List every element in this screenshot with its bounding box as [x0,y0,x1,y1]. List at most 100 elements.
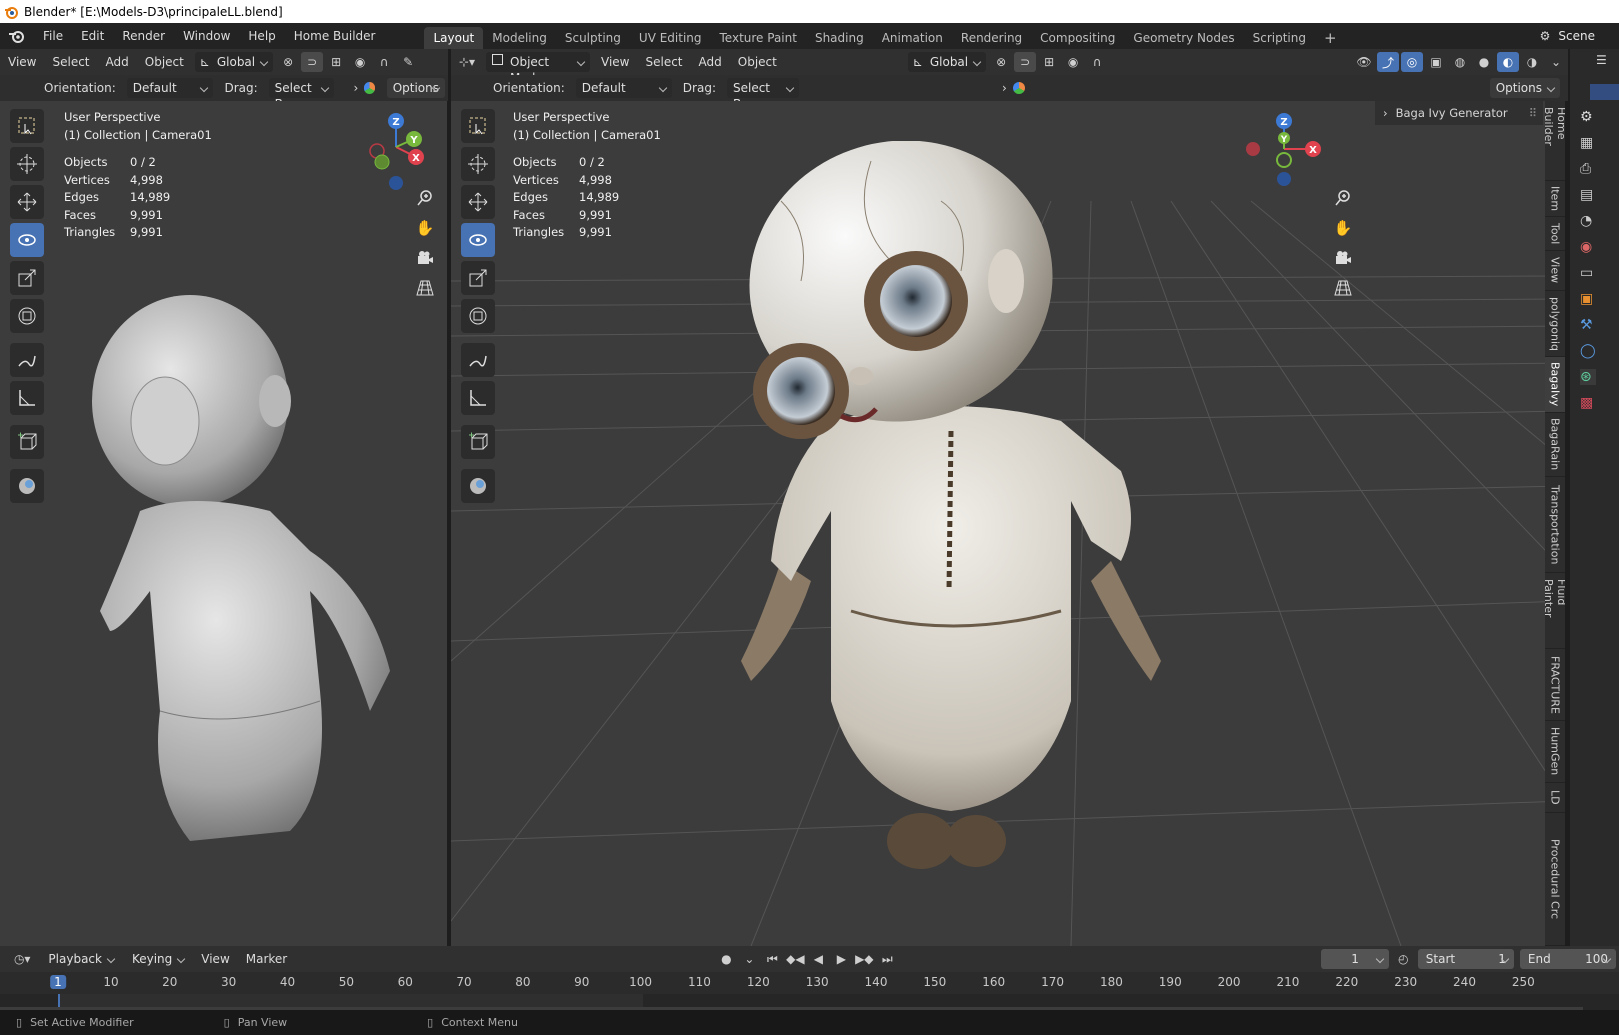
preview-range-clock-icon[interactable]: ◴ [1393,949,1414,969]
left-menu-object[interactable]: Object [137,55,192,69]
right-orientation-dropdown[interactable]: Default [575,78,672,98]
next-keyframe-icon[interactable]: ▶◆ [854,949,875,969]
jump-to-start-icon[interactable]: ⏮ [762,949,783,969]
add-workspace-icon[interactable]: + [1315,27,1346,49]
right-snap-target-icon[interactable]: ⊞ [1038,52,1060,72]
overlay-toggle-icon[interactable]: ◎ [1401,52,1423,72]
left-menu-select[interactable]: Select [44,55,97,69]
menu-home-builder[interactable]: Home Builder [285,23,385,49]
render-properties-icon[interactable]: ▦ [1580,135,1596,151]
left-falloff-icon[interactable]: ∩ [373,52,395,72]
select-box-tool[interactable] [10,109,44,143]
menu-file[interactable]: File [34,23,72,49]
output-properties-icon[interactable]: ⎙ [1580,161,1596,177]
timeline-editor-type-icon[interactable]: ◷▾ [6,949,38,969]
sidebar-tab-ld[interactable]: LD [1545,783,1565,813]
annotate-tool[interactable] [10,343,44,377]
workspace-tab-modeling[interactable]: Modeling [483,27,556,49]
outliner-icon[interactable]: ☰ [1596,53,1607,67]
timeline-menu-marker[interactable]: Marker [238,952,295,966]
sidebar-tab-polygoniq[interactable]: polygoniq [1545,291,1565,357]
right-transform-orientation-dropdown[interactable]: ⊾ Global [907,52,987,72]
right-menu-select[interactable]: Select [637,55,690,69]
mode-dropdown[interactable]: Object Mode [486,52,590,85]
rotate-tool[interactable] [461,223,495,257]
keying-dropdown[interactable]: Keying [126,949,190,969]
workspace-tab-geometry-nodes[interactable]: Geometry Nodes [1124,27,1243,49]
object-properties-icon[interactable]: ▣ [1580,291,1596,307]
menu-edit[interactable]: Edit [72,23,113,49]
left-3d-viewport[interactable]: User Perspective (1) Collection | Camera… [0,101,447,946]
sidebar-tab-tool[interactable]: Tool [1545,217,1565,251]
blender-menu-icon[interactable] [0,26,34,46]
left-drag-dropdown[interactable]: Select Box [268,78,335,111]
playback-dropdown[interactable]: Playback [42,949,120,969]
sidebar-tab-bagaivy[interactable]: BagaIvy [1545,357,1565,413]
transform-tool[interactable] [10,299,44,333]
sidebar-tab-bagarain[interactable]: BagaRain [1545,413,1565,477]
play-reverse-icon[interactable]: ◀ [808,949,829,969]
previous-keyframe-icon[interactable]: ◆◀ [785,949,806,969]
workspace-tab-texture-paint[interactable]: Texture Paint [711,27,806,49]
end-frame-field[interactable]: End 100 [1519,949,1617,969]
right-menu-view[interactable]: View [593,55,637,69]
scale-tool[interactable] [461,261,495,295]
annotate-tool[interactable] [461,343,495,377]
right-expand-chevron-icon[interactable]: › [1002,81,1007,95]
right-drag-dropdown[interactable]: Select Box [726,78,799,111]
right-navigation-gizmo[interactable]: Z Y X [1239,107,1329,191]
texture-properties-icon[interactable]: ▩ [1580,395,1596,411]
add-cube-tool[interactable] [10,425,44,459]
scene-name[interactable]: Scene [1558,29,1595,43]
sidebar-tab-home-builder[interactable]: Home Builder [1542,101,1565,181]
left-eyedropper-icon[interactable]: ✎ [397,52,419,72]
left-expand-chevron-icon[interactable]: › [353,81,358,95]
measure-tool[interactable] [461,381,495,415]
menu-help[interactable]: Help [239,23,284,49]
scene-selector-icon[interactable]: ⚙ [1540,29,1551,43]
tool-properties-icon[interactable]: ⚙ [1580,109,1596,125]
move-tool[interactable] [461,185,495,219]
right-proportional-edit-icon[interactable]: ◉ [1062,52,1084,72]
move-tool[interactable] [10,185,44,219]
right-menu-add[interactable]: Add [691,55,730,69]
camera-view-icon[interactable] [412,245,438,271]
current-frame-field[interactable]: 1 [1321,949,1389,969]
view-layer-properties-icon[interactable]: ▤ [1580,187,1596,203]
workspace-tab-compositing[interactable]: Compositing [1031,27,1124,49]
visibility-eye-icon[interactable]: 👁 [1353,52,1375,72]
jump-to-end-icon[interactable]: ⏭ [877,949,898,969]
play-icon[interactable]: ▶ [831,949,852,969]
zoom-icon[interactable] [1330,185,1356,211]
transform-tool[interactable] [461,299,495,333]
workspace-tab-scripting[interactable]: Scripting [1244,27,1315,49]
shading-options-chevron-icon[interactable]: ⌄ [1545,52,1567,72]
sidebar-tab-item[interactable]: Item [1545,181,1565,217]
camera-view-icon[interactable] [1330,245,1356,271]
modifier-properties-icon[interactable]: ⚒ [1580,317,1596,333]
workspace-tab-animation[interactable]: Animation [873,27,952,49]
rendered-shading-icon[interactable]: ◑ [1521,52,1543,72]
outliner-strip[interactable]: ☰ [1570,49,1619,101]
right-color-sphere-icon[interactable] [1012,82,1025,94]
sidebar-tab-view[interactable]: View [1545,251,1565,291]
outliner-selected-row[interactable] [1590,84,1619,100]
timeline-track[interactable] [0,994,1619,1010]
left-transform-orientation-dropdown[interactable]: ⊾ Global [194,52,274,72]
zoom-icon[interactable] [412,185,438,211]
workspace-tab-uv-editing[interactable]: UV Editing [630,27,711,49]
shading-tool[interactable] [461,469,495,503]
baga-ivy-panel[interactable]: › Baga Ivy Generator ⠿ [1375,101,1543,125]
left-options-button[interactable]: Options [386,78,445,98]
physics-properties-icon[interactable]: ◯ [1580,343,1596,359]
measure-tool[interactable] [10,381,44,415]
left-navigation-gizmo[interactable]: Z X Y [356,107,436,191]
wireframe-shading-icon[interactable]: ◍ [1449,52,1471,72]
workspace-tab-sculpting[interactable]: Sculpting [556,27,630,49]
auto-keying-icon[interactable]: ● [716,949,737,969]
panel-drag-handle-icon[interactable]: ⠿ [1529,106,1537,120]
world-properties-icon[interactable]: ◉ [1580,239,1596,255]
material-shading-icon[interactable]: ◐ [1497,52,1519,72]
editor-type-icon[interactable]: ⊹▾ [452,52,482,72]
left-proportional-edit-icon[interactable]: ◉ [349,52,371,72]
